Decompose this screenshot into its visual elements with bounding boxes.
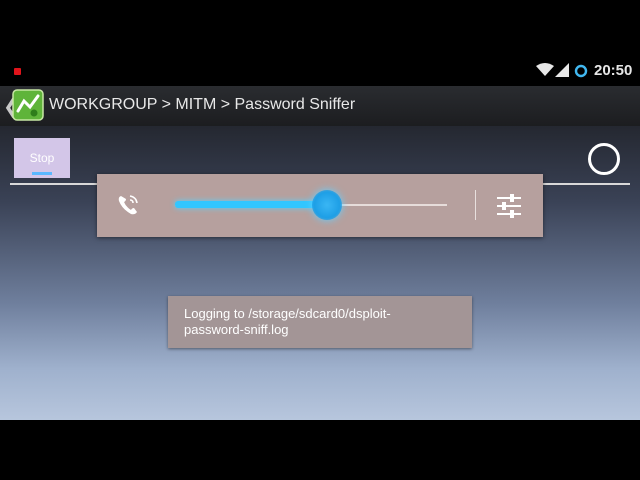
screen: 20:50 ❮ WORKGROUP > MITM > Password Snif… — [0, 0, 640, 480]
volume-slider-thumb[interactable] — [312, 190, 343, 220]
dsploit-app-icon[interactable] — [12, 89, 44, 121]
toast-message: Logging to /storage/sdcard0/dsploit- pas… — [168, 296, 472, 348]
phone-ring-icon[interactable] — [115, 192, 141, 218]
stop-button[interactable]: Stop — [14, 138, 70, 178]
stop-button-indicator — [32, 172, 52, 175]
sliders-settings-icon[interactable] — [495, 192, 523, 220]
progress-ring-icon — [588, 143, 620, 175]
volume-panel — [97, 174, 543, 237]
panel-separator — [475, 190, 476, 220]
sync-icon — [574, 64, 588, 78]
wifi-icon — [536, 63, 554, 76]
status-clock: 20:50 — [594, 62, 633, 79]
toast-line-2: password-sniff.log — [184, 322, 289, 337]
volume-slider-fill — [175, 201, 328, 208]
recording-dot-icon — [14, 68, 21, 75]
stop-button-label: Stop — [29, 151, 55, 165]
page-title: WORKGROUP > MITM > Password Sniffer — [49, 96, 356, 113]
toast-line-1: Logging to /storage/sdcard0/dsploit- — [184, 306, 391, 321]
signal-icon — [555, 63, 569, 77]
